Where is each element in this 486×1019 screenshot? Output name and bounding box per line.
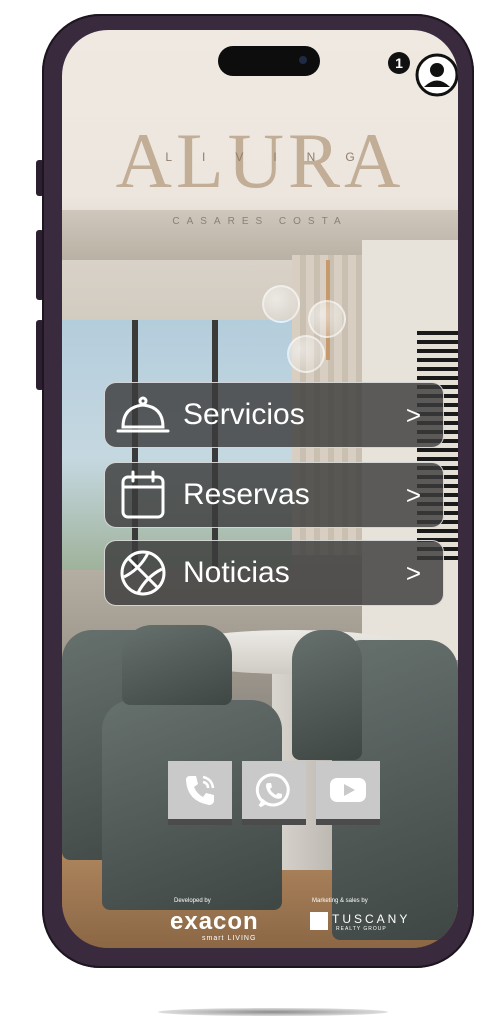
phone-call-icon [186, 775, 215, 805]
developed-by-label: Developed by [174, 898, 211, 904]
call-button[interactable] [168, 761, 232, 825]
whatsapp-icon [255, 773, 290, 808]
tuscany-sub: REALTY GROUP [336, 926, 387, 932]
noticias-label: Noticias [183, 556, 290, 589]
basketball-icon [120, 550, 166, 596]
chair [122, 625, 232, 705]
exacon-logo: exacon [170, 908, 259, 935]
tuscany-mark-icon [310, 912, 328, 930]
pendant-light [308, 300, 346, 338]
youtube-button[interactable] [316, 761, 380, 825]
exacon-sub: smart LIVING [202, 935, 257, 942]
brand-logo-living: LIVING [165, 150, 385, 164]
servicios-label: Servicios [183, 398, 305, 431]
chevron-right-icon: > [405, 399, 421, 430]
notification-badge[interactable]: 1 [388, 52, 410, 74]
camera-dot [299, 56, 307, 64]
servicios-button[interactable]: Servicios > [104, 382, 444, 448]
brand-location: CASARES COSTA [172, 216, 348, 227]
marketing-by-label: Marketing & sales by [312, 898, 368, 904]
reservas-label: Reservas [183, 478, 310, 511]
whatsapp-button[interactable] [242, 761, 306, 825]
chevron-right-icon: > [405, 557, 421, 588]
chair [292, 630, 362, 760]
noticias-button[interactable]: Noticias > [104, 540, 444, 606]
chevron-right-icon: > [405, 479, 421, 510]
user-circle-icon[interactable] [414, 52, 458, 98]
app-screen: 1 ALURA LIVING CASARES COSTA Servicios >… [62, 30, 458, 948]
youtube-icon [330, 778, 366, 802]
tuscany-logo: TUSCANY [332, 912, 411, 926]
pendant-light [287, 335, 325, 373]
device-shadow [158, 1008, 388, 1016]
reservas-button[interactable]: Reservas > [104, 462, 444, 528]
pendant-light [262, 285, 300, 323]
calendar-icon [121, 470, 165, 519]
service-bell-icon [116, 396, 170, 433]
